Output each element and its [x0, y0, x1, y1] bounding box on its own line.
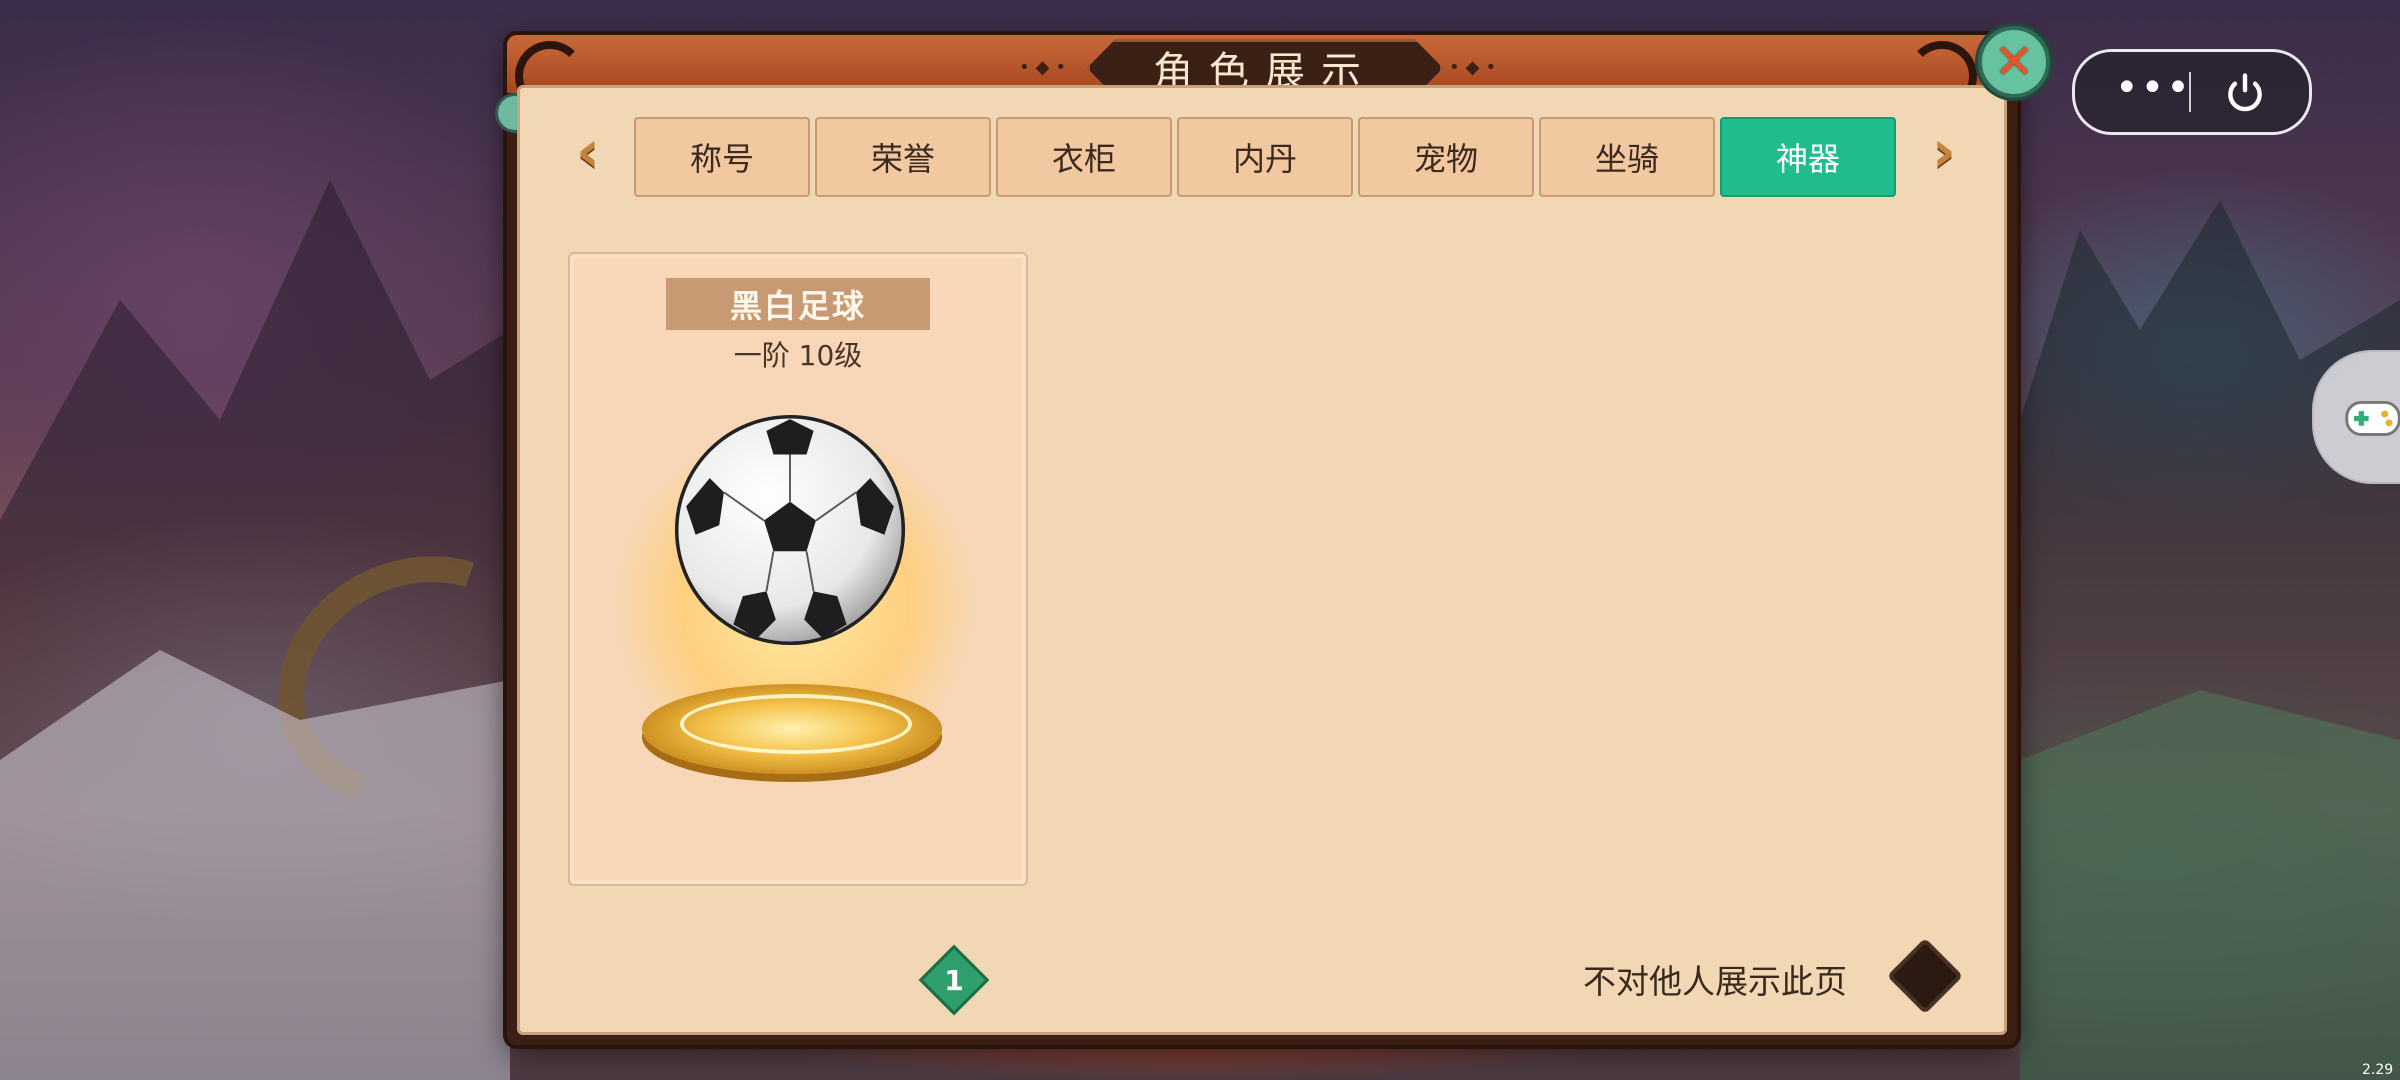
artifact-level: 一阶 10级: [733, 339, 863, 372]
tab-label: 内丹: [1232, 140, 1297, 178]
tab-label: 称号: [689, 140, 754, 178]
tab-inner-elixir[interactable]: 内丹: [1177, 117, 1353, 197]
tab-artifact[interactable]: 神器: [1720, 117, 1896, 197]
tab-pet[interactable]: 宠物: [1358, 117, 1534, 197]
soccer-ball-icon: [674, 414, 906, 646]
tab-honor[interactable]: 荣誉: [815, 117, 991, 197]
artifact-name: 黑白足球: [666, 278, 930, 330]
tab-label: 荣誉: [870, 140, 935, 178]
hide-from-others-label: 不对他人展示此页: [1583, 962, 1847, 1001]
close-button[interactable]: ✕: [1978, 26, 2050, 98]
pedestal-ring: [680, 694, 912, 754]
chevron-right-icon: ›: [1932, 117, 1956, 185]
artifact-card[interactable]: 黑白足球 一阶 10级: [568, 252, 1028, 886]
chevron-left-icon: ‹: [576, 117, 600, 185]
tab-mount[interactable]: 坐骑: [1539, 117, 1715, 197]
version-label: 2.29: [2362, 1062, 2394, 1078]
page-number: 1: [944, 963, 964, 997]
power-icon[interactable]: [2223, 70, 2267, 114]
capsule-divider: [2189, 72, 2191, 112]
tab-label: 宠物: [1413, 140, 1478, 178]
tab-label: 神器: [1775, 140, 1840, 178]
tab-next-button[interactable]: ›: [1922, 118, 1966, 184]
tab-title[interactable]: 称号: [634, 117, 810, 197]
system-capsule: •••: [2072, 49, 2312, 135]
title-deco-left: •◆•: [1019, 57, 1073, 78]
tab-label: 衣柜: [1051, 140, 1116, 178]
gamepad-icon: [2345, 400, 2400, 436]
more-dots-icon[interactable]: •••: [2115, 68, 2192, 108]
close-x-icon: ✕: [1993, 34, 2035, 90]
tab-wardrobe[interactable]: 衣柜: [996, 117, 1172, 197]
tab-label: 坐骑: [1594, 140, 1659, 178]
tab-prev-button[interactable]: ‹: [566, 118, 610, 184]
title-deco-right: •◆•: [1449, 57, 1503, 78]
